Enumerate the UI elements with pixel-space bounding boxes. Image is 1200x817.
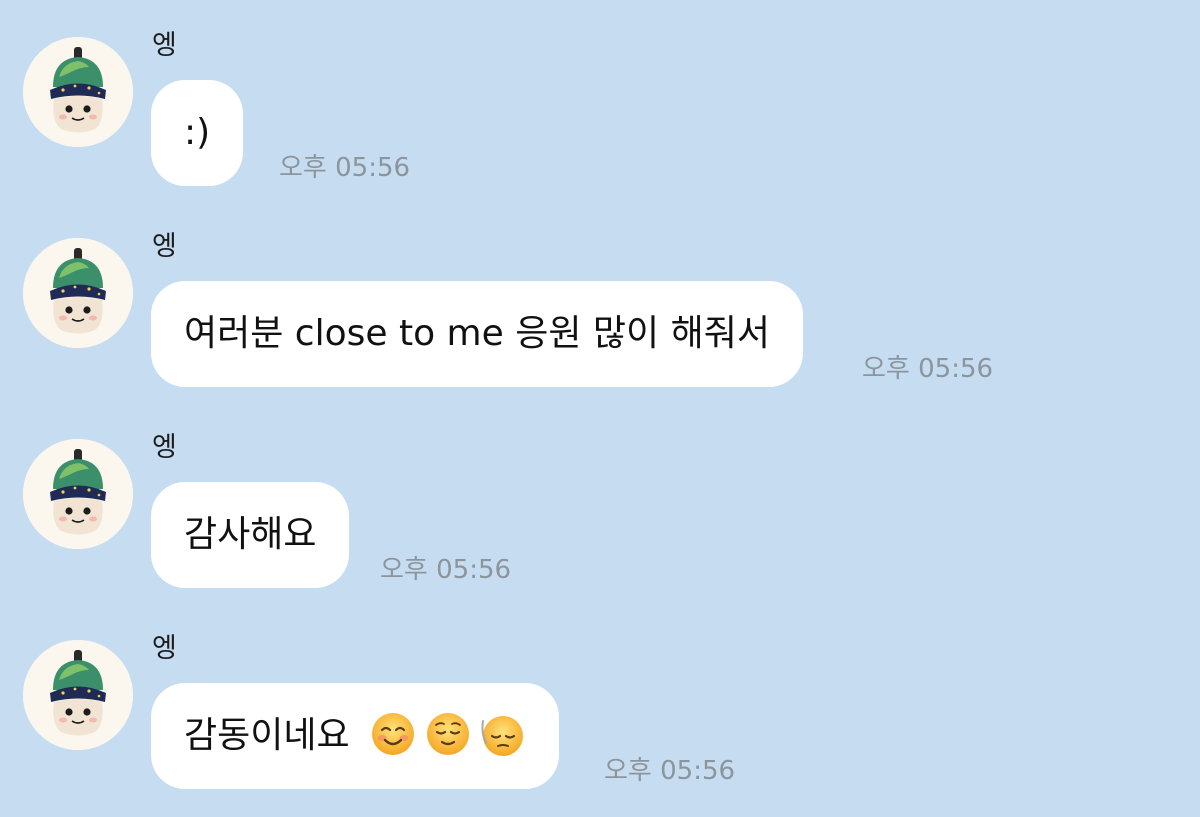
- message-timestamp: 오후 05:56: [862, 354, 994, 384]
- sender-name: 엥: [152, 30, 177, 61]
- relieved-face-emoji: [425, 711, 471, 757]
- message-timestamp: 오후 05:56: [380, 555, 512, 585]
- message-row: 엥 감동이네요 오후 05:56: [0, 603, 1200, 803]
- plush-doll-icon: [23, 439, 133, 549]
- sender-name: 엥: [152, 231, 177, 262]
- message-timestamp: 오후 05:56: [279, 153, 411, 183]
- plush-doll-icon: [23, 37, 133, 147]
- message-bubble[interactable]: 여러분 close to me 응원 많이 해줘서: [151, 281, 803, 387]
- message-text: 감동이네요: [184, 715, 350, 756]
- message-bubble[interactable]: 감동이네요: [151, 683, 559, 789]
- plush-doll-icon: [23, 238, 133, 348]
- message-text: :): [184, 112, 211, 153]
- chat-area[interactable]: 엥 :) 오후 05:56 엥 여러분 close to me 응원 많이 해줘…: [0, 0, 1200, 817]
- plush-doll-avatar[interactable]: [23, 439, 133, 549]
- pensive-face-emoji: [480, 711, 526, 757]
- plush-doll-avatar[interactable]: [23, 640, 133, 750]
- plush-doll-avatar[interactable]: [23, 37, 133, 147]
- message-timestamp: 오후 05:56: [604, 756, 736, 786]
- plush-doll-icon: [23, 640, 133, 750]
- message-row: 엥 감사해요 오후 05:56: [0, 402, 1200, 602]
- message-row: 엥 여러분 close to me 응원 많이 해줘서 오후 05:56: [0, 201, 1200, 401]
- smiling-face-emoji: [370, 711, 416, 757]
- message-bubble[interactable]: 감사해요: [151, 482, 350, 588]
- message-bubble[interactable]: :): [151, 80, 244, 186]
- message-row: 엥 :) 오후 05:56: [0, 0, 1200, 200]
- sender-name: 엥: [152, 432, 177, 463]
- plush-doll-avatar[interactable]: [23, 238, 133, 348]
- sender-name: 엥: [152, 633, 177, 664]
- message-text: 여러분 close to me 응원 많이 해줘서: [184, 313, 770, 354]
- message-text: 감사해요: [184, 514, 317, 555]
